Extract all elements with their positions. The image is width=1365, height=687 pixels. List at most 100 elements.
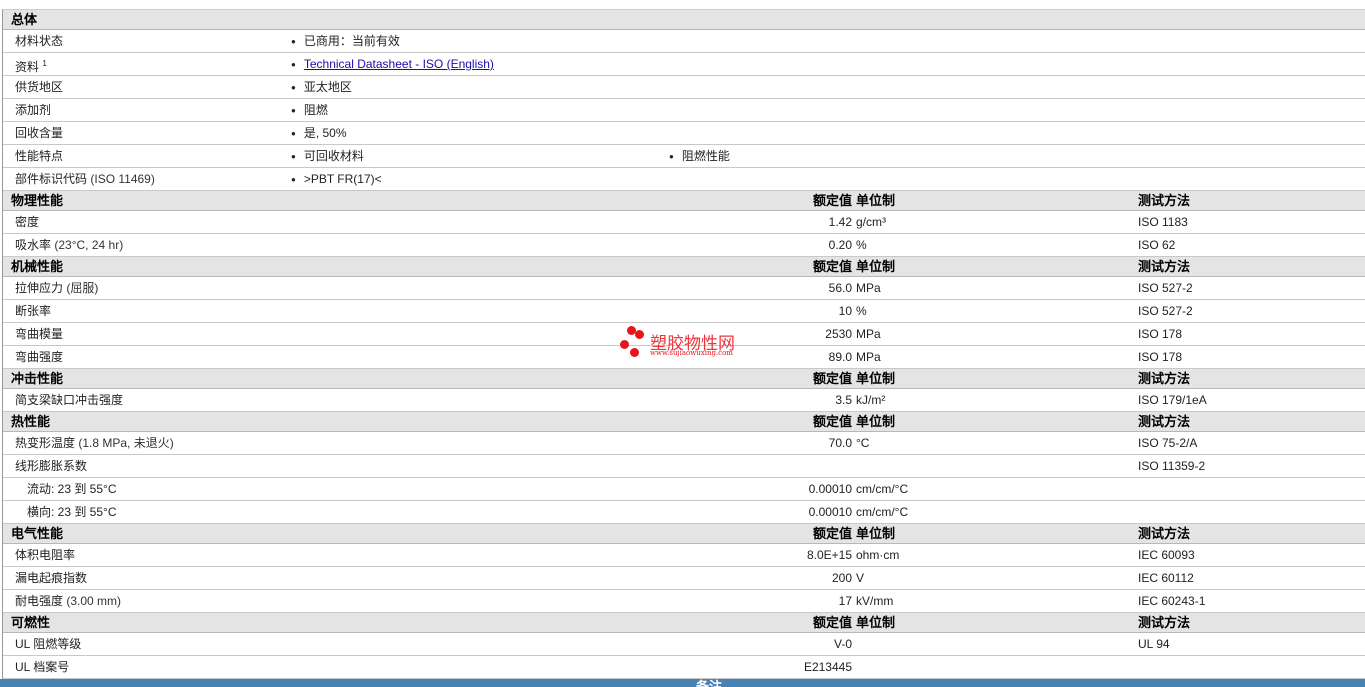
- property-label: 密度: [15, 211, 39, 233]
- table-row: 资料 1 Technical Datasheet - ISO (English): [3, 53, 1365, 76]
- bullet-text: 可回收材料: [303, 149, 364, 163]
- property-name: 简支梁缺口冲击强度: [15, 393, 124, 407]
- property-name: 拉伸应力: [15, 281, 64, 295]
- property-label: 漏电起痕指数: [15, 567, 87, 589]
- property-condition: (ISO 11469): [90, 172, 155, 186]
- test-method: IEC 60093: [1138, 548, 1195, 562]
- property-label: 添加剂: [15, 99, 51, 121]
- property-unit: kV/mm: [856, 594, 894, 608]
- property-value: 0.20: [828, 238, 852, 252]
- property-label: 流动: 23 到 55°C: [27, 478, 117, 500]
- col-header-value: 额定值: [812, 526, 852, 541]
- property-condition: (屈服): [66, 281, 99, 295]
- table-row: 漏电起痕指数 200 V IEC 60112: [3, 567, 1365, 590]
- col-header-test: 测试方法: [1138, 526, 1191, 541]
- section-title: 物理性能: [11, 193, 64, 208]
- property-unit: °C: [856, 436, 870, 450]
- test-method: ISO 178: [1138, 350, 1183, 364]
- property-unit: %: [856, 238, 867, 252]
- table-row: 体积电阻率 8.0E+15 ohm·cm IEC 60093: [3, 544, 1365, 567]
- property-name: 流动: 23 到 55°C: [27, 482, 117, 496]
- property-unit: V: [856, 571, 865, 585]
- table-row: 回收含量 是, 50%: [3, 122, 1365, 145]
- section-header: 可燃性 额定值 单位制 测试方法: [3, 613, 1365, 633]
- property-label: 线形膨胀系数: [15, 455, 87, 477]
- col-header-test: 测试方法: [1138, 371, 1191, 386]
- property-condition: (1.8 MPa, 未退火): [78, 436, 174, 450]
- property-label: 供货地区: [15, 76, 63, 98]
- bullet-text: 阻燃性能: [681, 149, 730, 163]
- property-label: 体积电阻率: [15, 544, 75, 566]
- table-row: 耐电强度 (3.00 mm) 17 kV/mm IEC 60243-1: [3, 590, 1365, 613]
- test-method: ISO 75-2/A: [1138, 436, 1198, 450]
- property-name: 性能特点: [15, 149, 64, 163]
- table-row: 横向: 23 到 55°C 0.00010 cm/cm/°C: [3, 501, 1365, 524]
- datasheet-link[interactable]: Technical Datasheet - ISO (English): [304, 57, 494, 71]
- property-label: 材料状态: [15, 30, 63, 52]
- section-title: 机械性能: [11, 259, 64, 274]
- table-row: 性能特点 可回收材料 阻燃性能: [3, 145, 1365, 168]
- property-value: 70.0: [828, 436, 852, 450]
- property-label: 弯曲模量: [15, 323, 63, 345]
- bullet-text: 阻燃: [303, 103, 328, 117]
- col-header-test: 测试方法: [1138, 615, 1191, 630]
- property-value: 200: [831, 571, 852, 585]
- section-header: 总体: [3, 10, 1365, 30]
- watermark-url: www.sujiaowuxing.com: [650, 349, 733, 357]
- col-header-value: 额定值: [812, 414, 852, 429]
- test-method: ISO 178: [1138, 327, 1183, 341]
- bullet-text: 亚太地区: [303, 80, 352, 94]
- property-name: 弯曲强度: [15, 350, 64, 364]
- section-header: 物理性能 额定值 单位制 测试方法: [3, 191, 1365, 211]
- test-method: IEC 60243-1: [1138, 594, 1206, 608]
- test-method: ISO 11359-2: [1138, 459, 1206, 473]
- col-header-value: 额定值: [812, 193, 852, 208]
- property-label: UL 阻燃等级: [15, 633, 81, 655]
- property-unit: MPa: [856, 281, 881, 295]
- property-unit: cm/cm/°C: [856, 482, 909, 496]
- property-name: 线形膨胀系数: [15, 459, 88, 473]
- section-title: 冲击性能: [11, 371, 64, 386]
- property-value: V-0: [833, 637, 852, 651]
- table-row: 线形膨胀系数 ISO 11359-2: [3, 455, 1365, 478]
- property-name: 横向: 23 到 55°C: [27, 505, 117, 519]
- test-method: ISO 1183: [1138, 215, 1188, 229]
- property-value: 89.0: [828, 350, 852, 364]
- col-header-unit: 单位制: [856, 526, 896, 541]
- table-row: 断张率 10% ISO 527-2: [3, 300, 1365, 323]
- property-label: 弯曲强度: [15, 346, 63, 368]
- property-name: 耐电强度: [15, 594, 64, 608]
- property-label: 横向: 23 到 55°C: [27, 501, 117, 523]
- property-condition: (23°C, 24 hr): [54, 238, 124, 252]
- section-title: 热性能: [11, 414, 51, 429]
- table-row: UL 档案号 E213445: [3, 656, 1365, 679]
- property-label: 性能特点: [15, 145, 63, 167]
- table-row: 吸水率 (23°C, 24 hr) 0.20% ISO 62: [3, 234, 1365, 257]
- bullet-item: Technical Datasheet - ISO (English): [291, 53, 494, 76]
- col-header-unit: 单位制: [856, 371, 896, 386]
- property-value: 17: [838, 594, 852, 608]
- bullet-item: 已商用：当前有效: [291, 30, 400, 53]
- section-title: 可燃性: [11, 615, 51, 630]
- property-value: 8.0E+15: [806, 548, 852, 562]
- property-condition: (3.00 mm): [66, 594, 122, 608]
- property-unit: kJ/m²: [856, 393, 886, 407]
- property-label: UL 档案号: [15, 656, 69, 678]
- property-value: 0.00010: [808, 505, 852, 519]
- notes-header: 备注: [0, 679, 1365, 687]
- bullet-item: >PBT FR(17)<: [291, 168, 382, 191]
- table-row: 流动: 23 到 55°C 0.00010 cm/cm/°C: [3, 478, 1365, 501]
- property-label: 断张率: [15, 300, 51, 322]
- col-header-test: 测试方法: [1138, 259, 1191, 274]
- property-name: 供货地区: [15, 80, 64, 94]
- table-row: 简支梁缺口冲击强度 3.5 kJ/m² ISO 179/1eA: [3, 389, 1365, 412]
- section-header: 热性能 额定值 单位制 测试方法: [3, 412, 1365, 432]
- property-value: E213445: [803, 660, 852, 674]
- watermark-logo: 塑胶物性网 www.sujiaowuxing.com: [620, 326, 760, 362]
- test-method: ISO 179/1eA: [1138, 393, 1207, 407]
- property-name: UL 阻燃等级: [15, 637, 82, 651]
- test-method: ISO 527-2: [1138, 304, 1193, 318]
- test-method: ISO 527-2: [1138, 281, 1193, 295]
- test-method: IEC 60112: [1138, 571, 1194, 585]
- col-header-value: 额定值: [812, 615, 852, 630]
